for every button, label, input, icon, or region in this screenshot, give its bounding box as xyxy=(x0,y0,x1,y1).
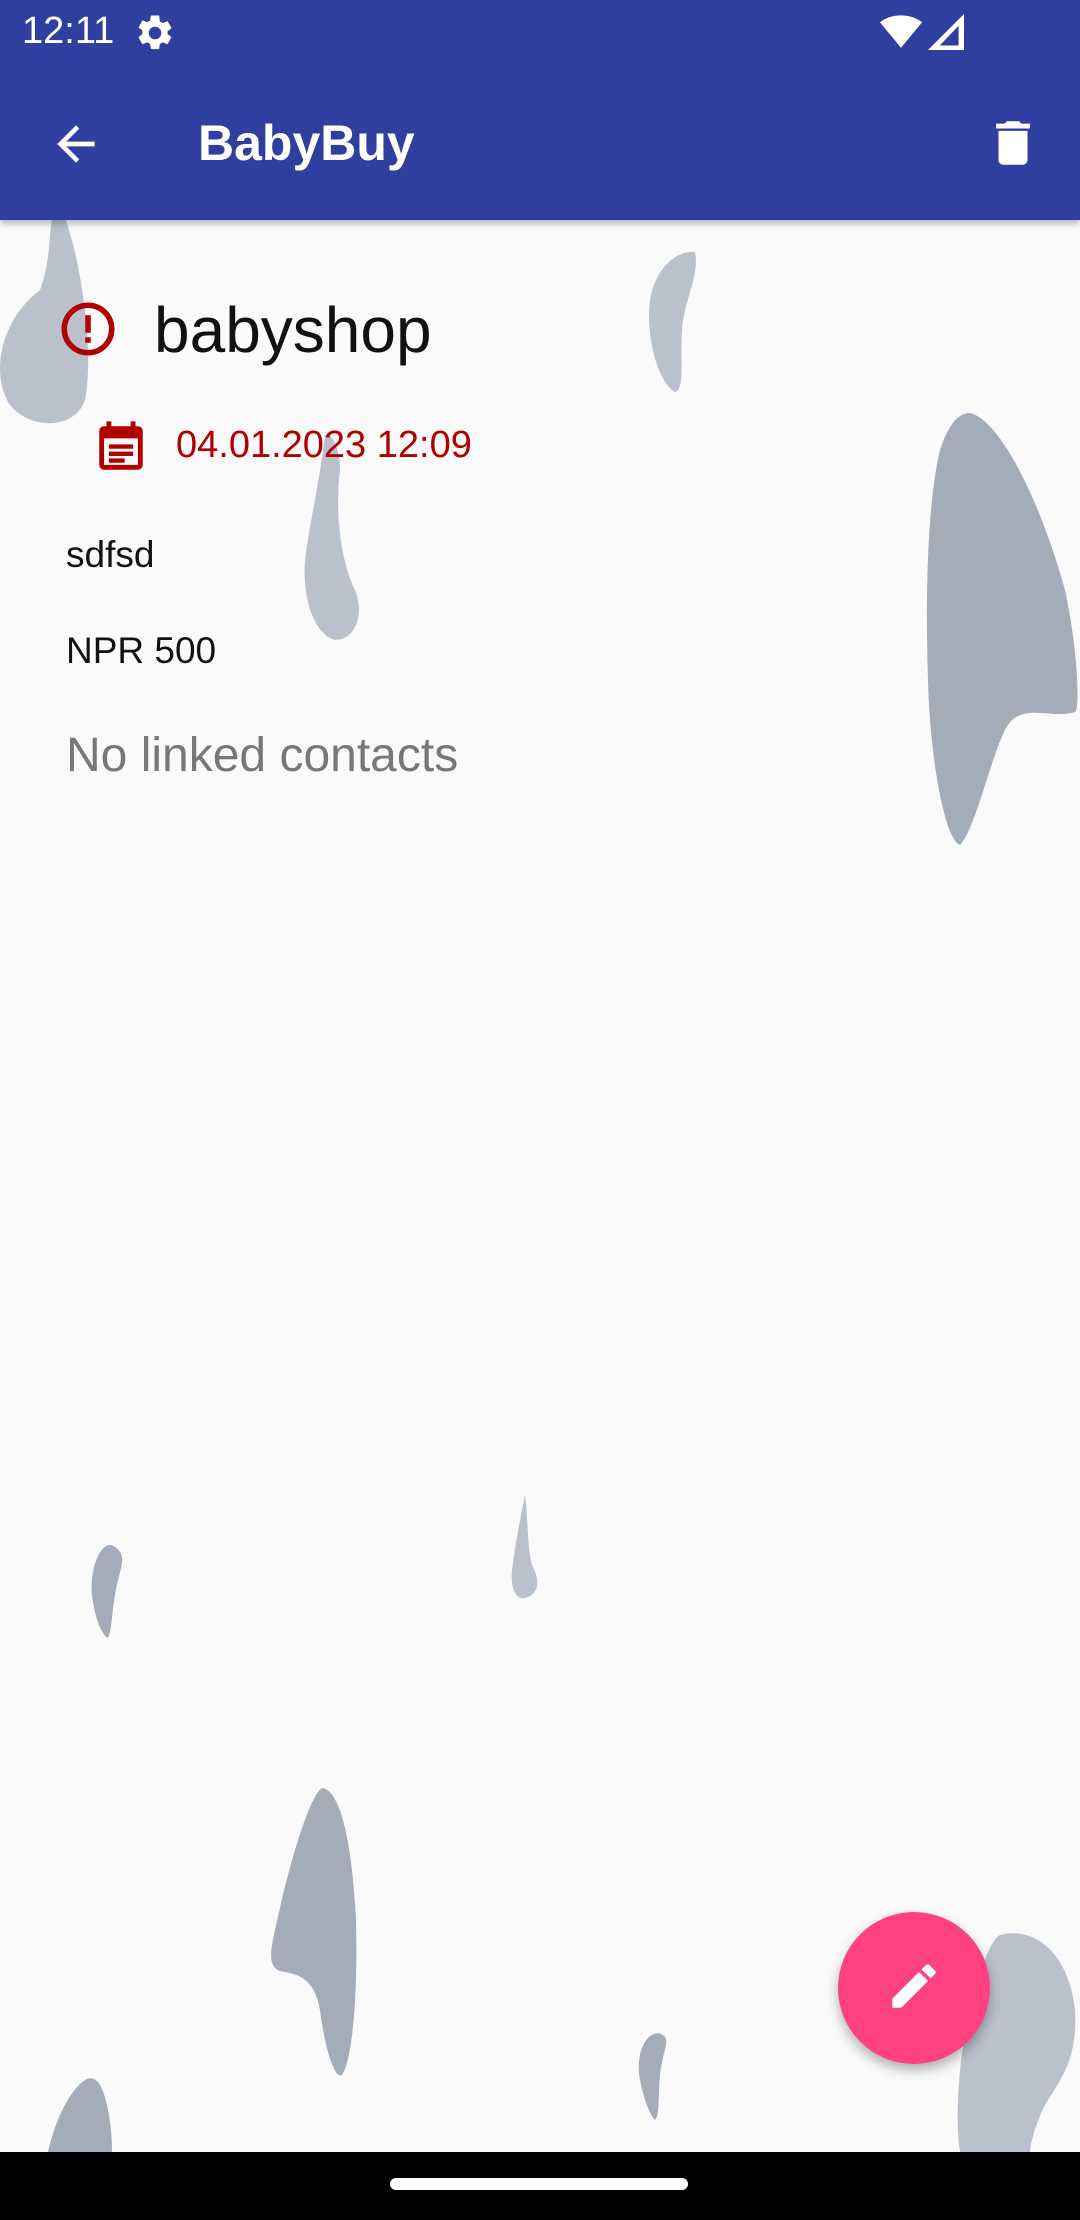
item-price: NPR 500 xyxy=(66,630,217,671)
arrow-back-icon[interactable] xyxy=(48,116,104,172)
trash-icon[interactable] xyxy=(984,114,1042,172)
edit-fab-button[interactable] xyxy=(838,1912,990,2064)
alert-circle-icon xyxy=(58,299,118,364)
pencil-edit-icon xyxy=(885,1957,943,2020)
app-bar: BabyBuy xyxy=(0,66,1080,220)
item-detail: babyshop 04.01.2023 12:09 sdfsd NPR 500 … xyxy=(0,0,1080,2220)
item-name: babyshop xyxy=(154,294,432,366)
system-nav-bar xyxy=(0,2152,1080,2220)
app-title: BabyBuy xyxy=(198,115,415,171)
item-date: 04.01.2023 12:09 xyxy=(176,424,472,466)
home-gesture-handle[interactable] xyxy=(390,2178,688,2190)
item-description: sdfsd xyxy=(66,534,155,575)
calendar-icon xyxy=(92,418,150,483)
linked-contacts-status: No linked contacts xyxy=(66,729,459,782)
